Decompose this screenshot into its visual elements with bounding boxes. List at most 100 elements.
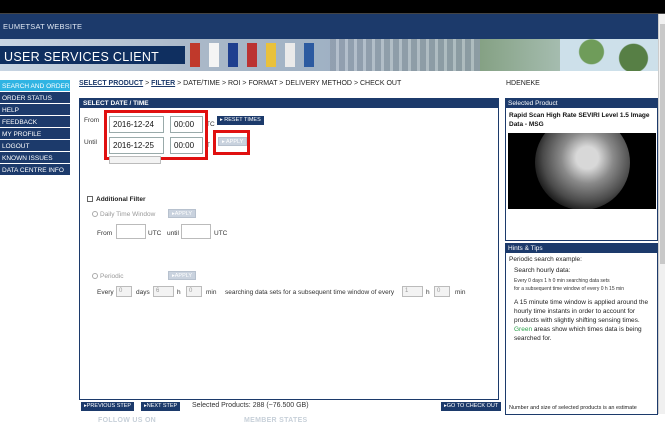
crumb-delivery-method: DELIVERY METHOD xyxy=(285,80,352,87)
days-label: days xyxy=(136,289,150,296)
window-hours-select[interactable]: 1 xyxy=(402,286,423,297)
app-title: USER SERVICES CLIENT xyxy=(4,50,160,64)
reset-times-button[interactable]: ▸ RESET TIMES xyxy=(217,116,264,125)
date-time-panel: SELECT DATE / TIME From Until 2016-12-24… xyxy=(79,98,499,400)
crumb-date-time: DATE/TIME xyxy=(183,80,220,87)
browser-top-bar xyxy=(0,0,665,14)
daily-time-window-label: Daily Time Window xyxy=(100,211,156,218)
nav-feedback[interactable]: FEEDBACK xyxy=(0,116,70,128)
nav-known-issues[interactable]: KNOWN ISSUES xyxy=(0,152,70,164)
nav-search-and-order[interactable]: SEARCH AND ORDER xyxy=(0,80,70,92)
nav-help[interactable]: HELP xyxy=(0,104,70,116)
estimate-note: Number and size of selected products is … xyxy=(509,405,637,411)
left-navigation: SEARCH AND ORDER ORDER STATUS HELP FEEDB… xyxy=(0,80,70,176)
hint-example-line: for a subsequent time window of every 0 … xyxy=(514,286,625,292)
go-to-checkout-label: GO TO CHECK OUT xyxy=(446,403,499,409)
product-title: Rapid Scan High Rate SEVIRI Level 1.5 Im… xyxy=(509,112,650,128)
daily-apply-button[interactable]: ▸APPLY xyxy=(168,209,197,218)
from-label: From xyxy=(84,117,100,124)
every-hours-select[interactable]: 6 xyxy=(153,286,174,297)
highlight-box xyxy=(104,110,208,160)
daily-from-label: From xyxy=(97,230,113,237)
hints-header: Hints & Tips xyxy=(506,244,657,253)
panel-header: SELECT DATE / TIME xyxy=(80,99,498,108)
go-to-checkout-button[interactable]: ▸GO TO CHECK OUT xyxy=(441,402,502,411)
every-label: Every xyxy=(97,289,114,296)
flag-image xyxy=(266,43,276,67)
periodic-apply-label: APPLY xyxy=(174,273,193,279)
daily-time-window-radio[interactable] xyxy=(92,211,98,217)
next-step-button[interactable]: ▸NEXT STEP xyxy=(141,402,181,411)
additional-filter-checkbox[interactable] xyxy=(87,196,93,202)
crumb-roi: ROI xyxy=(227,80,241,87)
nav-logout[interactable]: LOGOUT xyxy=(0,140,70,152)
previous-step-button[interactable]: ▸PREVIOUS STEP xyxy=(81,402,135,411)
highlight-box xyxy=(213,130,250,155)
daily-utc-label: UTC xyxy=(148,230,162,237)
nav-order-status[interactable]: ORDER STATUS xyxy=(0,92,70,104)
h-label: h xyxy=(426,289,430,296)
previous-step-label: PREVIOUS STEP xyxy=(86,403,132,409)
daily-until-input[interactable] xyxy=(181,224,211,239)
crumb-separator: > xyxy=(145,80,150,87)
every-minutes-select[interactable]: 0 xyxy=(186,286,202,297)
hint-paragraph: A 15 minute time window is applied aroun… xyxy=(514,299,649,324)
periodic-apply-button[interactable]: ▸APPLY xyxy=(168,271,197,280)
crumb-separator: > xyxy=(279,80,284,87)
flag-image xyxy=(247,43,257,67)
every-days-select[interactable]: 0 xyxy=(116,286,132,297)
flag-image xyxy=(285,43,295,67)
follow-us-heading: FOLLOW US ON xyxy=(98,417,157,424)
crumb-filter[interactable]: FILTER xyxy=(151,80,175,87)
daily-from-input[interactable] xyxy=(116,224,146,239)
earth-globe-image xyxy=(535,133,630,209)
hints-and-tips-panel: Hints & Tips Periodic search example: Se… xyxy=(505,243,658,415)
trees-photo xyxy=(560,39,665,71)
crumb-separator: > xyxy=(177,80,182,87)
eumetsat-website-link[interactable]: EUMETSAT WEBSITE xyxy=(0,14,665,39)
periodic-radio[interactable] xyxy=(92,273,98,279)
breadcrumb: SELECT PRODUCT > FILTER > DATE/TIME > RO… xyxy=(79,80,401,87)
crumb-separator: > xyxy=(353,80,359,87)
hint-search: Search hourly data: xyxy=(514,267,571,274)
daily-utc-label: UTC xyxy=(214,230,228,237)
flag-image xyxy=(190,43,200,67)
hint-explanation: A 15 minute time window is applied aroun… xyxy=(506,293,657,345)
selected-products-summary: Selected Products: 288 (~76.500 GB) xyxy=(192,402,309,409)
member-states-heading: MEMBER STATES xyxy=(244,417,308,424)
crumb-select-product[interactable]: SELECT PRODUCT xyxy=(79,80,143,87)
selected-product-header: Selected Product xyxy=(506,99,657,108)
date-select[interactable] xyxy=(109,156,161,164)
hint-green-word: Green xyxy=(514,326,533,333)
page-scrollbar[interactable] xyxy=(658,14,665,414)
next-step-label: NEXT STEP xyxy=(146,403,178,409)
min-label: min xyxy=(455,289,466,296)
additional-filter-label: Additional Filter xyxy=(96,196,146,203)
nav-data-centre-info[interactable]: DATA CENTRE INFO xyxy=(0,164,70,176)
daily-apply-label: APPLY xyxy=(174,211,193,217)
window-minutes-select[interactable]: 0 xyxy=(434,286,450,297)
building-photo xyxy=(330,39,480,71)
scrollbar-thumb[interactable] xyxy=(660,24,665,264)
flag-image xyxy=(228,43,238,67)
min-label: min xyxy=(206,289,217,296)
daily-until-label: until xyxy=(167,230,179,237)
reset-times-label: RESET TIMES xyxy=(224,117,261,123)
nav-my-profile[interactable]: MY PROFILE xyxy=(0,128,70,140)
h-label: h xyxy=(177,289,181,296)
crumb-separator: > xyxy=(242,80,247,87)
crumb-check-out: CHECK OUT xyxy=(360,80,402,87)
hint-example-line: Every 0 days 1 h 0 min searching data se… xyxy=(514,278,610,284)
flag-image xyxy=(209,43,219,67)
crumb-format: FORMAT xyxy=(248,80,278,87)
until-label: Until xyxy=(84,139,98,146)
username: HDENEKE xyxy=(506,80,540,87)
flag-image xyxy=(304,43,314,67)
hint-paragraph: areas show which times data is being sea… xyxy=(514,326,642,342)
selected-product-panel: Selected Product Rapid Scan High Rate SE… xyxy=(505,98,658,241)
crumb-separator: > xyxy=(221,80,227,87)
subsequent-window-label: searching data sets for a subsequent tim… xyxy=(225,289,395,296)
page-header: USER SERVICES CLIENT xyxy=(0,39,665,71)
periodic-label: Periodic xyxy=(100,273,124,280)
hint-intro: Periodic search example: xyxy=(509,256,582,263)
